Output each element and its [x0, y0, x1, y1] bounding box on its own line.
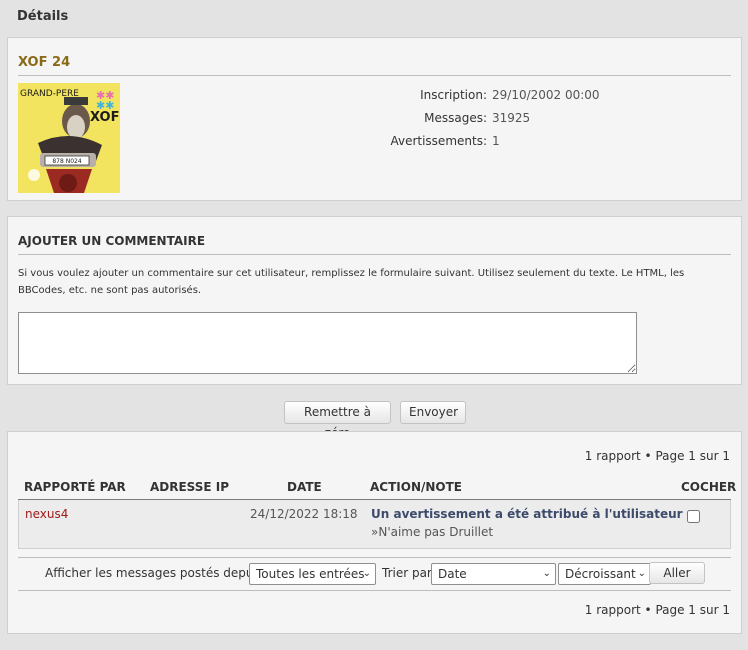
- sort-by-select[interactable]: Date ⌄: [431, 563, 556, 585]
- filter-bar: Afficher les messages postés depuis: Tou…: [18, 557, 731, 591]
- avatar-plate-text: 878 N024: [52, 158, 81, 165]
- reporter-link[interactable]: nexus4: [25, 507, 68, 521]
- user-stats: Inscription: 29/10/2002 00:00 Messages: …: [308, 83, 728, 152]
- go-button[interactable]: Aller: [649, 562, 705, 584]
- avatar: 878 N024 ✱✱ ✱✱ GRAND-PERE XOF: [18, 83, 120, 193]
- username: XOF 24: [18, 55, 71, 70]
- column-check: COCHER: [681, 480, 737, 494]
- page-title: Détails: [17, 9, 69, 24]
- stat-label: Messages:: [424, 110, 487, 125]
- column-reporter: RAPPORTÉ PAR: [24, 480, 126, 494]
- stat-label: Inscription:: [420, 87, 487, 102]
- pagination-bottom: 1 rapport • Page 1 sur 1: [584, 603, 730, 617]
- action-note: »N'aime pas Druillet: [371, 525, 494, 539]
- avatar-top-text: GRAND-PERE: [20, 89, 79, 99]
- stat-registration: Inscription: 29/10/2002 00:00: [308, 83, 728, 106]
- column-action: ACTION/NOTE: [370, 480, 462, 494]
- sort-by-select-value: Date: [438, 567, 467, 581]
- sort-order-select[interactable]: Décroissant ⌄: [558, 563, 651, 585]
- comment-help-text: Si vous voulez ajouter un commentaire su…: [18, 268, 685, 296]
- filter-sort-label: Trier par: [382, 566, 432, 580]
- add-comment-panel: AJOUTER UN COMMENTAIRE Si vous voulez aj…: [7, 216, 742, 385]
- stat-value: 1: [492, 133, 500, 148]
- submit-button[interactable]: Envoyer: [400, 401, 466, 424]
- pagination-top: 1 rapport • Page 1 sur 1: [584, 449, 730, 463]
- divider: [18, 254, 731, 255]
- user-details-panel: XOF 24 878 N024 ✱✱ ✱✱ GRAND-PERE XOF Ins…: [7, 37, 742, 201]
- column-ip: ADRESSE IP: [150, 480, 230, 494]
- reports-panel: 1 rapport • Page 1 sur 1 RAPPORTÉ PAR AD…: [7, 431, 742, 634]
- chevron-down-icon: ⌄: [362, 568, 371, 579]
- chevron-down-icon: ⌄: [542, 568, 551, 579]
- stat-posts: Messages: 31925: [308, 106, 728, 129]
- stat-value: 31925: [492, 110, 531, 125]
- filter-since-label: Afficher les messages postés depuis:: [45, 566, 268, 580]
- since-select-value: Toutes les entrées: [256, 567, 365, 581]
- divider: [18, 75, 731, 76]
- stat-value: 29/10/2002 00:00: [492, 87, 600, 102]
- table-header: RAPPORTÉ PAR ADRESSE IP DATE ACTION/NOTE…: [18, 477, 736, 500]
- row-checkbox[interactable]: [687, 510, 700, 523]
- avatar-brand-text: XOF: [90, 110, 120, 125]
- sort-order-select-value: Décroissant: [565, 567, 636, 581]
- avatar-image: 878 N024 ✱✱ ✱✱ GRAND-PERE XOF: [18, 83, 120, 193]
- reset-button[interactable]: Remettre à zéro: [284, 401, 391, 440]
- since-select[interactable]: Toutes les entrées ⌄: [249, 563, 376, 585]
- date-cell: 24/12/2022 18:18: [250, 507, 358, 521]
- comment-textarea[interactable]: [18, 312, 637, 374]
- stat-label: Avertissements:: [390, 133, 487, 148]
- chevron-down-icon: ⌄: [637, 568, 646, 579]
- stat-warnings: Avertissements: 1: [308, 129, 728, 152]
- comment-title: AJOUTER UN COMMENTAIRE: [18, 234, 206, 248]
- action-title: Un avertissement a été attribué à l'util…: [371, 507, 683, 521]
- table-row: nexus4 24/12/2022 18:18 Un avertissement…: [18, 500, 731, 549]
- column-date: DATE: [287, 480, 322, 494]
- page: Détails XOF 24 878 N024 ✱✱ ✱✱ GRAND-PERE…: [0, 0, 748, 650]
